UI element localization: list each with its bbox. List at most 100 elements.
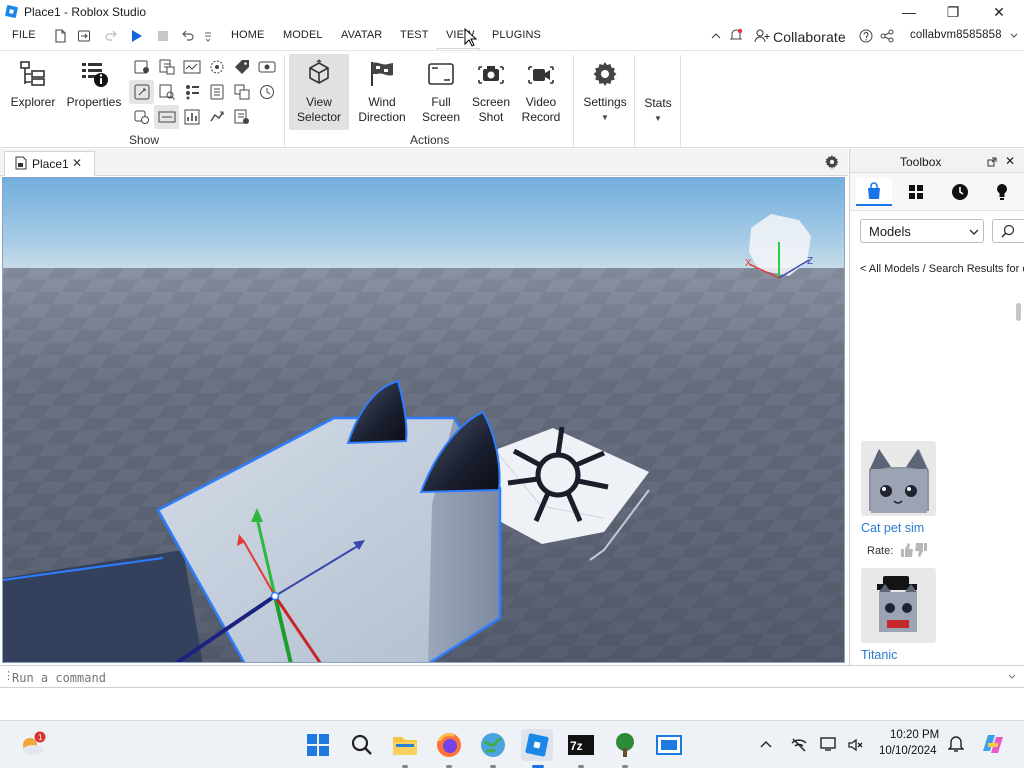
stats-button[interactable]: Stats ▼ <box>638 96 678 126</box>
settings-button[interactable]: Settings ▼ <box>578 59 632 125</box>
roblox-studio-app[interactable] <box>521 729 553 761</box>
stats-dropdown-icon: ▼ <box>654 114 662 123</box>
toolbox-item-thumbnail[interactable] <box>861 568 936 643</box>
terrain-editor-icon[interactable] <box>208 83 226 101</box>
script-recovery-icon[interactable] <box>208 108 226 126</box>
full-screen-icon <box>428 63 454 85</box>
collaborate-button[interactable]: Collaborate <box>773 29 846 45</box>
notifications-icon[interactable] <box>729 28 743 42</box>
view-icon[interactable] <box>258 58 276 76</box>
clock-time[interactable]: 10:20 PM <box>890 729 939 741</box>
file-menu[interactable]: FILE <box>12 29 36 41</box>
new-file-icon[interactable] <box>53 29 67 43</box>
script-analysis-icon[interactable] <box>133 83 151 101</box>
explorer-icon <box>20 61 45 86</box>
share-icon[interactable] <box>880 29 894 43</box>
username[interactable]: collabvm8585858 <box>910 29 1002 41</box>
toolbox-close-icon[interactable]: ✕ <box>1005 154 1015 168</box>
browser-globe-app[interactable] <box>477 729 509 761</box>
collaborate-icon[interactable] <box>754 29 770 43</box>
lightbulb-icon <box>997 184 1007 200</box>
context-help-icon[interactable] <box>133 108 151 126</box>
tab-plugins[interactable]: PLUGINS <box>492 29 541 41</box>
toolbox-tab-recent[interactable] <box>942 178 978 206</box>
3d-viewport[interactable]: X Z <box>2 177 845 663</box>
quick-access-more-icon[interactable] <box>203 29 213 43</box>
firefox-app[interactable] <box>433 729 465 761</box>
find-results-icon[interactable] <box>158 83 176 101</box>
toolbox-breadcrumb[interactable]: < All Models / Search Results for c <box>860 263 1024 275</box>
shopping-bag-icon <box>868 182 880 199</box>
viewport-settings-icon[interactable] <box>824 154 840 170</box>
copilot-icon[interactable] <box>980 731 1006 757</box>
close-tab-icon[interactable]: ✕ <box>72 156 82 170</box>
task-scheduler-icon[interactable] <box>208 58 226 76</box>
undo-icon[interactable] <box>181 29 195 43</box>
tab-avatar[interactable]: AVATAR <box>341 29 382 41</box>
account-menu-icon[interactable] <box>1010 29 1018 43</box>
full-screen-label-2: Screen <box>421 110 461 124</box>
tag-editor-icon[interactable] <box>233 58 251 76</box>
toolbox-scrollbar[interactable] <box>1016 303 1021 321</box>
network-status-icon[interactable] <box>790 737 808 753</box>
view-selector-button[interactable]: View Selector <box>289 59 349 125</box>
minimize-button[interactable]: — <box>886 0 932 24</box>
notification-bell-icon[interactable] <box>948 735 964 753</box>
toolbox-item-name[interactable]: Cat pet sim <box>861 521 924 535</box>
command-bar-icon[interactable] <box>158 108 176 126</box>
output-icon[interactable] <box>183 58 201 76</box>
close-button[interactable]: ✕ <box>976 0 1022 24</box>
team-create-icon[interactable] <box>183 83 201 101</box>
properties-label: Properties <box>66 95 122 109</box>
roblox-studio-icon <box>5 5 18 18</box>
toolbox-category-select[interactable]: Models <box>860 219 984 243</box>
performance-stats-icon[interactable] <box>183 108 201 126</box>
undock-icon[interactable] <box>987 157 997 167</box>
video-record-button[interactable]: Video Record <box>516 59 566 125</box>
history-icon[interactable] <box>258 83 276 101</box>
screenshot-button[interactable]: Screen Shot <box>466 59 516 125</box>
toolbox-tab-creations[interactable] <box>984 178 1020 206</box>
document-tab-place1[interactable]: Place1 ✕ <box>4 151 95 176</box>
toolbox-tab-inventory[interactable] <box>898 178 934 206</box>
publish-icon[interactable] <box>77 29 91 43</box>
wind-direction-button[interactable]: Wind Direction <box>352 59 412 125</box>
file-explorer-app[interactable] <box>389 729 421 761</box>
volume-muted-icon[interactable] <box>847 737 863 753</box>
command-history-dropdown-icon[interactable] <box>1008 674 1016 680</box>
weather-widget[interactable]: 1 <box>16 729 48 761</box>
stop-icon[interactable] <box>156 29 170 43</box>
search-taskbar-button[interactable] <box>346 729 378 761</box>
tab-home[interactable]: HOME <box>231 29 264 41</box>
object-tags-icon[interactable] <box>233 83 251 101</box>
display-icon[interactable] <box>820 736 838 752</box>
7zip-app[interactable]: 7z <box>565 729 597 761</box>
collapse-ribbon-icon[interactable] <box>709 29 723 43</box>
maximize-button[interactable]: ❐ <box>930 0 976 24</box>
toolbox-tab-marketplace[interactable] <box>856 178 892 206</box>
help-icon[interactable] <box>859 29 873 43</box>
thumbs-rating-icon[interactable] <box>899 542 929 558</box>
tab-model[interactable]: MODEL <box>283 29 323 41</box>
show-hidden-icons-icon[interactable] <box>760 739 772 749</box>
full-screen-button[interactable]: Full Screen <box>416 59 466 125</box>
start-button[interactable] <box>302 729 334 761</box>
explorer-button[interactable]: Explorer <box>6 59 60 110</box>
redo-icon[interactable] <box>104 29 118 43</box>
game-app[interactable] <box>609 729 641 761</box>
command-input[interactable] <box>12 669 1012 686</box>
toolbox-item-thumbnail[interactable] <box>861 441 936 516</box>
toolbox-search-button[interactable] <box>992 219 1024 243</box>
clock-date[interactable]: 10/10/2024 <box>879 745 937 757</box>
taskbar: 1 7z 10:20 PM 10/10/2024 <box>0 720 1024 768</box>
window-app[interactable] <box>653 729 685 761</box>
toolbox-item-name[interactable]: Titanic <box>861 648 897 662</box>
properties-button[interactable]: Properties <box>64 59 124 110</box>
asset-manager-icon[interactable] <box>158 58 176 76</box>
video-camera-icon <box>528 66 554 84</box>
search-icon <box>1001 224 1015 238</box>
toolbox-toggle-icon[interactable] <box>133 58 151 76</box>
tab-test[interactable]: TEST <box>400 29 429 41</box>
watch-icon[interactable] <box>233 108 251 126</box>
play-icon[interactable] <box>129 29 143 43</box>
